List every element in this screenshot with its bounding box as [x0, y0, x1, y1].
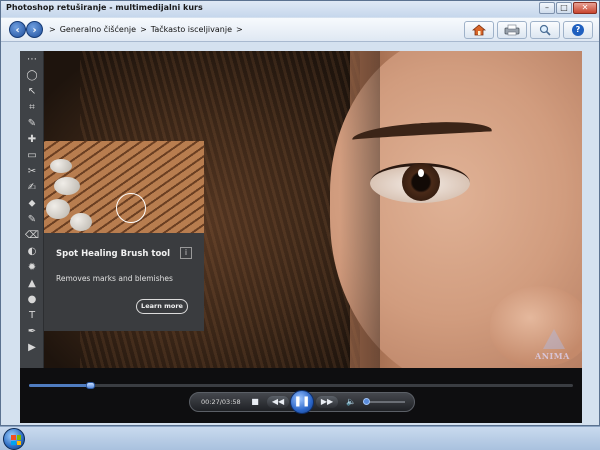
video-shadow [340, 51, 380, 368]
breadcrumb-separator: > [49, 25, 56, 34]
healing-brush-tool-icon: ✚ [27, 134, 37, 145]
tooltip-description: Removes marks and blemishes [56, 274, 173, 283]
app-window: Photoshop retuširanje - multimedijalni k… [0, 0, 600, 426]
breadcrumb-separator: > [236, 25, 243, 34]
navigation-bar: ‹ › > Generalno čišćenje > Tačkasto isce… [1, 18, 599, 42]
brush-cursor-icon [116, 193, 146, 223]
sharpen-tool-icon: ▲ [28, 278, 36, 289]
blur-tool-icon: ✹ [27, 262, 37, 273]
nav-toolbar: ? [464, 21, 593, 39]
pebble-decoration [46, 199, 70, 219]
dodge-tool-icon: ● [27, 294, 37, 305]
crop-tool-icon: ⌗ [29, 102, 35, 113]
home-button[interactable] [464, 21, 494, 39]
pebble-decoration [70, 213, 92, 231]
help-icon: ? [572, 24, 584, 36]
seek-bar[interactable] [29, 384, 573, 387]
clone-stamp-tool-icon: ✂ [27, 166, 37, 177]
seek-thumb[interactable] [86, 382, 95, 389]
home-icon [472, 24, 486, 36]
brush-tool-icon: ▭ [27, 150, 37, 161]
title-bar[interactable]: Photoshop retuširanje - multimedijalni k… [1, 1, 599, 17]
search-icon [539, 24, 551, 36]
video-frame[interactable]: ⋯ ◯ ↖ ⌗ ✎ ✚ ▭ ✂ ✍ ⬥ ✎ ⌫ ◐ ✹ ▲ ● T ✒ ▶ Sp… [20, 51, 582, 368]
search-button[interactable] [530, 21, 560, 39]
logo-triangle-icon [543, 329, 565, 349]
print-button[interactable] [497, 21, 527, 39]
pause-button[interactable]: ❚❚ [290, 390, 314, 414]
pebble-decoration [50, 159, 72, 173]
anima-logo: ANIMA [535, 329, 573, 365]
window-title: Photoshop retuširanje - multimedijalni k… [6, 3, 203, 12]
marquee-tool-icon: ⋯ [27, 54, 37, 65]
learn-more-button[interactable]: Learn more [136, 299, 188, 314]
pen-tool-icon: ✒ [27, 326, 37, 337]
logo-text: ANIMA [535, 351, 570, 361]
tooltip-preview-image [44, 141, 204, 233]
lasso-tool-icon: ◯ [26, 70, 38, 81]
taskbar [0, 426, 600, 450]
windows-flag-icon [11, 435, 21, 445]
path-select-tool-icon: ▶ [28, 342, 36, 353]
photoshop-tools-panel: ⋯ ◯ ↖ ⌗ ✎ ✚ ▭ ✂ ✍ ⬥ ✎ ⌫ ◐ ✹ ▲ ● T ✒ ▶ [20, 51, 44, 368]
rewind-button[interactable]: ◀◀ [267, 396, 289, 408]
tool-tooltip-popup: Spot Healing Brush tool i Removes marks … [44, 141, 204, 331]
back-arrow-icon[interactable]: ‹ [9, 21, 26, 38]
pebble-decoration [54, 177, 80, 195]
seek-bar-progress [29, 384, 90, 387]
maximize-button[interactable]: □ [556, 2, 572, 14]
background-eraser-tool-icon: ⌫ [24, 230, 40, 241]
forward-arrow-icon[interactable]: › [26, 21, 43, 38]
eyedropper-tool-icon: ✎ [27, 118, 37, 129]
history-buttons: ‹ › [9, 21, 43, 39]
window-controls: – □ ✕ [539, 2, 597, 14]
type-tool-icon: T [28, 310, 36, 321]
close-button[interactable]: ✕ [573, 2, 597, 14]
minimize-button[interactable]: – [539, 2, 555, 14]
quick-select-tool-icon: ↖ [27, 86, 37, 97]
breadcrumb-item-generalno-ciscenje[interactable]: Generalno čišćenje [60, 25, 136, 34]
info-icon[interactable]: i [180, 247, 192, 259]
video-eye-glint [418, 169, 424, 177]
fast-forward-button[interactable]: ▶▶ [316, 396, 338, 408]
breadcrumb-item-tackasto-isceljivanje[interactable]: Tačkasto isceljivanje [151, 25, 232, 34]
eraser-tool-icon: ⬥ [28, 198, 36, 209]
breadcrumb-separator: > [140, 25, 147, 34]
windows-start-icon[interactable] [3, 428, 25, 450]
gradient-tool-icon: ◐ [27, 246, 37, 257]
history-brush-tool-icon: ✍ [27, 182, 37, 193]
tooltip-title: Spot Healing Brush tool [56, 249, 171, 259]
pencil-tool-icon: ✎ [27, 214, 37, 225]
volume-thumb[interactable] [363, 398, 370, 405]
print-icon [504, 24, 520, 36]
help-button[interactable]: ? [563, 21, 593, 39]
time-display: 00:27/03:58 [201, 398, 241, 406]
volume-icon[interactable]: 🔈 [345, 396, 357, 408]
breadcrumb: > Generalno čišćenje > Tačkasto isceljiv… [49, 25, 243, 34]
stop-button[interactable]: ■ [249, 396, 261, 408]
